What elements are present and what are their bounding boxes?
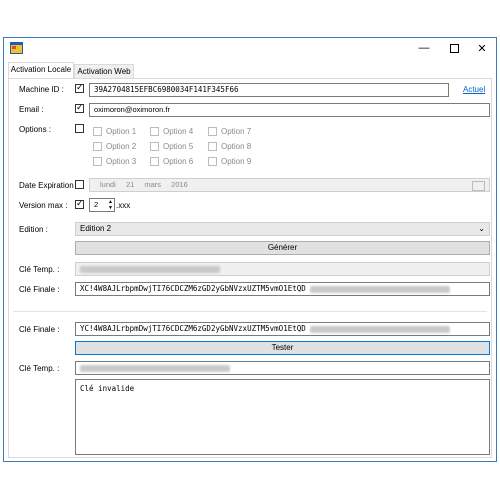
option-6-label: Option 6 [163,157,194,166]
version-suffix: .xxx [116,201,131,210]
date-year: 2016 [171,180,188,189]
machine-id-checkbox[interactable] [75,82,84,93]
title-bar: — ✕ [4,38,496,58]
cle-temp-redacted [80,265,220,273]
option-1-label: Option 1 [106,127,137,136]
option-3-checkbox[interactable] [93,157,102,166]
close-icon: ✕ [477,42,487,55]
cle-finale-test-field[interactable]: YC!4W8AJLrbpmDwjTI76CDCZM6zGD2yGbNVzxUZT… [75,322,490,336]
email-checkbox[interactable] [75,102,84,113]
spin-down-icon[interactable]: ▼ [108,205,113,211]
section-divider [13,311,487,312]
tab-panel: Machine ID : 39A2704815EFBC6980034F141F3… [8,78,492,458]
cle-temp-field [75,262,490,276]
date-month: mars [144,180,162,189]
tester-button[interactable]: Tester [75,341,490,355]
option-7-checkbox[interactable] [208,127,217,136]
option-7-label: Option 7 [221,127,252,136]
email-field[interactable]: oximoron@oximoron.fr [89,103,490,117]
calendar-icon[interactable] [472,181,485,191]
app-icon [10,42,23,54]
cle-finale-test-label: Clé Finale : [19,325,60,334]
cle-temp-test-label: Clé Temp. : [19,364,60,373]
edition-select[interactable]: Edition 2 ⌄ [75,222,490,236]
email-label: Email : [19,105,44,114]
options-checkbox[interactable] [75,124,84,133]
option-5-checkbox[interactable] [150,142,159,151]
version-spinner[interactable]: 2 ▲ ▼ [89,198,115,212]
option-9-label: Option 9 [221,157,252,166]
minimize-icon: — [418,42,430,54]
option-2-checkbox[interactable] [93,142,102,151]
cle-finale-value: XC!4W8AJLrbpmDwjTI76CDCZM6zGD2yGbNVzxUZT… [80,284,306,293]
cle-finale-field[interactable]: XC!4W8AJLrbpmDwjTI76CDCZM6zGD2yGbNVzxUZT… [75,282,490,296]
tab-activation-web[interactable]: Activation Web [74,64,134,78]
app-window: — ✕ Activation Locale Activation Web Mac… [3,37,497,462]
option-4-label: Option 4 [163,127,194,136]
machine-id-label: Machine ID : [19,85,64,94]
cle-finale-test-value: YC!4W8AJLrbpmDwjTI76CDCZM6zGD2yGbNVzxUZT… [80,324,306,333]
date-picker[interactable]: lundi 21 mars 2016 [89,178,490,192]
date-expiration-checkbox[interactable] [75,180,84,189]
date-expiration-label: Date Expiration : [19,181,79,190]
edition-label: Edition : [19,225,48,234]
maximize-icon [449,43,459,53]
minimize-button[interactable]: — [410,38,438,58]
option-1-checkbox[interactable] [93,127,102,136]
option-4-checkbox[interactable] [150,127,159,136]
cle-finale-label: Clé Finale : [19,285,60,294]
close-button[interactable]: ✕ [468,38,496,58]
option-8-checkbox[interactable] [208,142,217,151]
edition-selected: Edition 2 [80,224,112,233]
tab-activation-locale[interactable]: Activation Locale [8,62,74,78]
actuel-link[interactable]: Actuel [463,85,485,94]
cle-temp-test-field[interactable] [75,361,490,375]
option-3-label: Option 3 [106,157,137,166]
chevron-down-icon: ⌄ [478,224,485,233]
generer-button[interactable]: Générer [75,241,490,255]
option-2-label: Option 2 [106,142,137,151]
cle-temp-label: Clé Temp. : [19,265,60,274]
option-6-checkbox[interactable] [150,157,159,166]
options-label: Options : [19,125,52,134]
result-text: Clé invalide [80,384,135,393]
date-day: 21 [125,180,135,189]
machine-id-field[interactable]: 39A2704815EFBC6980034F141F345F66 [89,83,449,97]
cle-temp-test-redacted [80,364,230,372]
date-weekday: lundi [100,180,116,189]
version-max-label: Version max : [19,201,68,210]
maximize-button[interactable] [440,38,468,58]
option-8-label: Option 8 [221,142,252,151]
version-value: 2 [94,200,99,209]
result-textarea[interactable]: Clé invalide [75,379,490,455]
cle-finale-test-redacted [310,325,451,333]
version-max-checkbox[interactable] [75,198,84,209]
option-5-label: Option 5 [163,142,194,151]
option-9-checkbox[interactable] [208,157,217,166]
cle-finale-redacted [310,285,451,293]
